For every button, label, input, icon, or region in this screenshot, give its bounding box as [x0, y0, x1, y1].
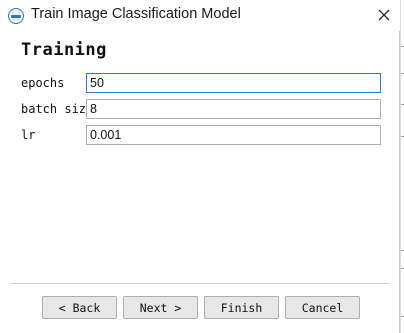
- page-heading: Training: [21, 40, 107, 60]
- batch-size-input[interactable]: [86, 99, 381, 119]
- epochs-input[interactable]: [86, 73, 381, 93]
- app-logo-icon: [8, 8, 24, 24]
- back-button[interactable]: < Back: [42, 296, 117, 319]
- lr-label: lr: [21, 128, 36, 142]
- batch-size-label: batch size: [21, 102, 94, 116]
- footer-separator: [11, 283, 389, 284]
- finish-button[interactable]: Finish: [204, 296, 279, 319]
- close-icon: [378, 9, 390, 21]
- background-window-edge: [400, 0, 404, 333]
- window-title: Train Image Classification Model: [31, 6, 241, 22]
- epochs-label: epochs: [21, 76, 65, 90]
- close-button[interactable]: [370, 2, 398, 28]
- next-button[interactable]: Next >: [123, 296, 198, 319]
- lr-input[interactable]: [86, 125, 381, 145]
- title-bar: Train Image Classification Model: [0, 0, 400, 31]
- wizard-dialog: Train Image Classification Model Trainin…: [0, 0, 400, 333]
- cancel-button[interactable]: Cancel: [285, 296, 360, 319]
